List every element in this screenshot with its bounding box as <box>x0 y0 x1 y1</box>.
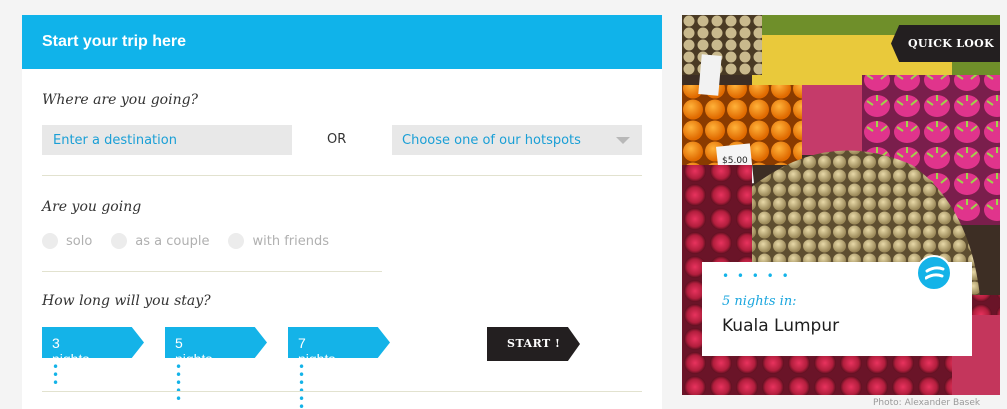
duration-question: How long will you stay? <box>42 293 211 309</box>
quick-look-label: QUICK LOOK <box>908 37 994 50</box>
radio-friends[interactable]: with friends <box>228 233 329 249</box>
panel-title: Start your trip here <box>42 33 187 50</box>
divider <box>42 175 642 176</box>
radio-circle-icon <box>42 233 58 249</box>
radio-couple[interactable]: as a couple <box>111 233 209 249</box>
nights-dots: • • • <box>52 360 62 390</box>
nights-dots: • • • • • <box>722 269 791 283</box>
nights-dots: • • • • • • • <box>298 360 308 409</box>
start-button[interactable]: START ! <box>487 327 580 361</box>
company-radio-group: solo as a couple with friends <box>42 233 348 249</box>
chevron-down-icon <box>616 137 630 144</box>
start-label: START ! <box>507 337 561 350</box>
radio-solo[interactable]: solo <box>42 233 92 249</box>
radio-label: as a couple <box>135 233 210 249</box>
or-label: OR <box>327 132 347 147</box>
radio-circle-icon <box>111 233 128 249</box>
featured-city-name: Kuala Lumpur <box>722 316 840 336</box>
featured-nights-label: 5 nights in: <box>722 294 797 309</box>
destination-question: Where are you going? <box>42 92 199 108</box>
destination-input[interactable] <box>42 125 292 155</box>
photo-credit: Photo: Alexander Basek <box>873 398 981 408</box>
hotspot-select-label: Choose one of our hotspots <box>402 132 581 148</box>
panel-header: Start your trip here <box>22 15 662 69</box>
company-question: Are you going <box>42 199 142 215</box>
flight-stripes-icon <box>916 255 952 291</box>
radio-label: solo <box>66 233 93 249</box>
svg-text:$5.00: $5.00 <box>722 156 748 166</box>
radio-label: with friends <box>252 233 329 249</box>
hotspot-select[interactable]: Choose one of our hotspots <box>392 125 642 155</box>
divider <box>42 391 642 392</box>
quick-look-button[interactable]: QUICK LOOK <box>891 25 1000 62</box>
trip-planner-panel: Start your trip here Where are you going… <box>22 15 662 409</box>
divider <box>42 271 382 272</box>
nights-dots: • • • • • <box>175 360 185 406</box>
radio-circle-icon <box>228 233 245 249</box>
